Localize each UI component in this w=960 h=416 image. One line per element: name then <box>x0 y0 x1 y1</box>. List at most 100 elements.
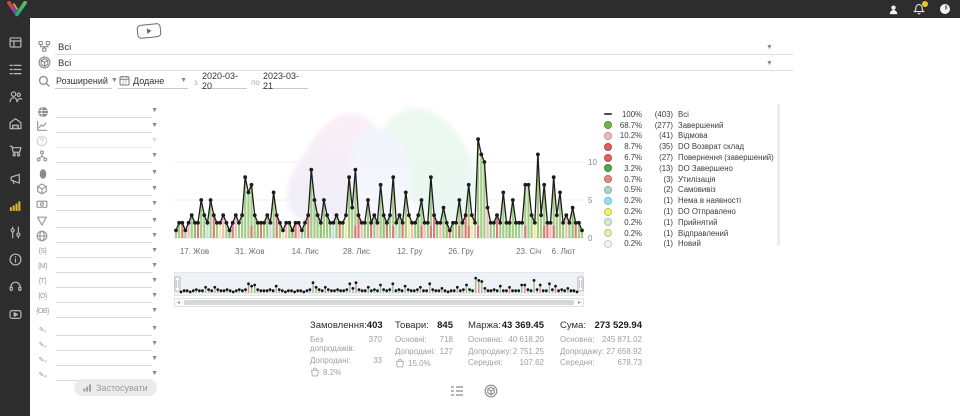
legend-item-7[interactable]: 0.5%(2)Самовивіз <box>604 185 776 196</box>
panel-filter-var-ob[interactable]: {OB}▼ <box>32 305 158 319</box>
sidebar-item-marketing[interactable] <box>0 166 30 190</box>
panel-filter-field[interactable] <box>56 120 152 133</box>
panel-filter-product-box[interactable]: ▼ <box>32 183 158 197</box>
apply-button[interactable]: Застосувати <box>74 379 157 396</box>
panel-filter-var-s[interactable]: {S}▼ <box>32 245 158 259</box>
stat-column-0: Замовлення:403Без допродажів:370Допродан… <box>310 320 382 377</box>
chart-scrollbar[interactable] <box>777 104 780 246</box>
sidebar-item-clients[interactable] <box>0 84 30 108</box>
product-globe-icon[interactable] <box>484 384 498 398</box>
date-field-select[interactable]: 17 Додане ▼ <box>118 73 188 89</box>
stat-sub-label: Допродані: <box>395 347 436 356</box>
panel-filter-field[interactable] <box>56 167 152 180</box>
legend-item-12[interactable]: 0.2%(1)Новий <box>604 239 776 250</box>
panel-filter-field[interactable] <box>56 150 152 163</box>
help-icon <box>36 135 49 148</box>
chevron-down-icon: ▼ <box>151 370 158 377</box>
avatar-icon[interactable] <box>886 2 900 16</box>
legend-label: DO Отправлено <box>678 207 736 216</box>
panel-filter-field[interactable] <box>56 305 152 318</box>
legend-item-10[interactable]: 0.2%(1)Прийнятий <box>604 217 776 228</box>
legend-item-9[interactable]: 0.2%(1)DO Отправлено <box>604 206 776 217</box>
navigator-thumb[interactable] <box>184 300 574 305</box>
cloud-avatar-icon[interactable] <box>938 2 952 16</box>
panel-filter-funnel[interactable]: ▼ <box>32 215 158 229</box>
date-from-input[interactable]: 2020-03-20 <box>201 73 247 89</box>
legend-item-0[interactable]: 100%(403)Всі <box>604 109 776 120</box>
legend-percent: 0.5% <box>616 185 642 194</box>
panel-filter-var-o[interactable]: {O}▼ <box>32 290 158 304</box>
legend-item-2[interactable]: 10.2%(41)Відмова <box>604 131 776 142</box>
panel-filter-field <box>56 135 152 148</box>
panel-filter-field[interactable] <box>56 290 152 303</box>
main-chart[interactable] <box>174 100 584 242</box>
panel-filter-field[interactable] <box>56 338 152 351</box>
sidebar-item-info[interactable] <box>0 248 30 272</box>
legend-count: (41) <box>647 131 673 140</box>
panel-filter-field[interactable] <box>56 353 152 366</box>
calendar-icon: 17 <box>119 75 130 86</box>
panel-filter-field[interactable] <box>56 245 152 258</box>
panel-filter-field[interactable] <box>56 215 152 228</box>
panel-filter-globe-filled[interactable]: ▼ <box>32 105 158 119</box>
search-mode-select[interactable]: Розширений ▼ <box>55 73 112 89</box>
legend-label: Новий <box>678 239 701 248</box>
legend-item-8[interactable]: 0.2%(1)Нема в наявності <box>604 195 776 206</box>
product-box-icon <box>36 183 49 196</box>
sidebar-item-statistics[interactable] <box>0 193 30 217</box>
panel-filter-pencil-3[interactable]: ✎₃▼ <box>32 353 158 367</box>
panel-filter-globe[interactable]: ▼ <box>32 230 158 244</box>
chevron-down-icon: ▼ <box>151 169 158 176</box>
legend-item-6[interactable]: 0.7%(3)Утилізація <box>604 174 776 185</box>
panel-filter-payment[interactable]: ▼ <box>32 198 158 212</box>
panel-filter-analytics[interactable]: ▼ <box>32 120 158 134</box>
panel-filter-structure[interactable]: ▼ <box>32 150 158 164</box>
panel-filter-field[interactable] <box>56 323 152 336</box>
chevron-down-icon: ▼ <box>151 292 158 299</box>
legend-marker <box>604 154 612 162</box>
legend-percent: 0.2% <box>616 207 642 216</box>
panel-filter-person[interactable]: ▼ <box>32 167 158 181</box>
sidebar-item-support[interactable] <box>0 275 30 299</box>
panel-filter-field[interactable] <box>56 183 152 196</box>
panel-filter-pencil-1[interactable]: ✎₁▼ <box>32 323 158 337</box>
legend-item-4[interactable]: 6.7%(27)Повернення (завершений) <box>604 152 776 163</box>
chevron-down-icon: ▼ <box>151 355 158 362</box>
sidebar-item-video-tutorials[interactable] <box>0 302 30 326</box>
brand-logo-icon[interactable] <box>6 1 28 17</box>
panel-filter-field[interactable] <box>56 275 152 288</box>
product-filter-underline <box>55 56 793 71</box>
panel-filter-pencil-2[interactable]: ✎₂▼ <box>32 338 158 352</box>
legend-percent: 6.7% <box>616 153 642 162</box>
legend-count: (277) <box>647 121 673 130</box>
panel-filter-field[interactable] <box>56 105 152 118</box>
legend-item-1[interactable]: 68.7%(277)Завершений <box>604 120 776 131</box>
panel-filter-var-m[interactable]: {M}▼ <box>32 260 158 274</box>
panel-filter-field[interactable] <box>56 260 152 273</box>
legend-item-5[interactable]: 3.2%(13)DO Завершено <box>604 163 776 174</box>
scroll-right-icon[interactable]: ▸ <box>578 299 581 307</box>
list-view-icon[interactable] <box>450 384 464 398</box>
sidebar-item-integrations[interactable] <box>0 220 30 244</box>
panel-filter-field[interactable] <box>56 230 152 243</box>
sidebar-item-warehouse[interactable] <box>0 112 30 136</box>
scroll-left-icon[interactable]: ◂ <box>177 299 180 307</box>
legend-item-11[interactable]: 0.2%(1)Відправлений <box>604 228 776 239</box>
navigator-scrollbar[interactable]: ◂ ▸ <box>174 298 584 307</box>
panel-filter-field[interactable] <box>56 198 152 211</box>
sidebar-item-orders[interactable] <box>0 57 30 81</box>
legend-label: Утилізація <box>678 175 716 184</box>
svg-text:17: 17 <box>122 80 127 85</box>
video-hint-icon[interactable] <box>136 23 161 39</box>
panel-filter-var-t[interactable]: {T}▼ <box>32 275 158 289</box>
notifications-bell-icon[interactable] <box>912 2 926 16</box>
sidebar-item-dashboard[interactable] <box>0 30 30 54</box>
legend-marker <box>604 164 612 172</box>
y-tick-label: 5 <box>588 196 592 205</box>
date-to-input[interactable]: 2023-03-21 <box>262 73 308 89</box>
sidebar-item-purchases[interactable] <box>0 139 30 163</box>
chevron-down-icon: ▼ <box>151 277 158 284</box>
orders-icon <box>9 63 22 76</box>
chart-navigator[interactable] <box>174 272 584 296</box>
legend-item-3[interactable]: 8.7%(35)DO Возврат склад <box>604 141 776 152</box>
